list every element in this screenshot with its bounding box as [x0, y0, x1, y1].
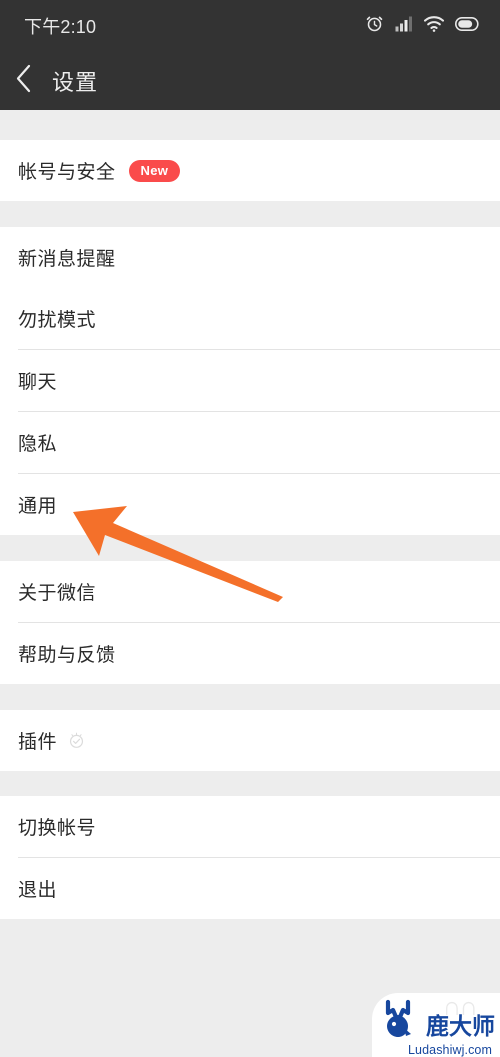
- alarm-icon: [365, 14, 384, 38]
- watermark: ∩∩ 鹿大师 Ludashiwj.com: [372, 993, 500, 1057]
- phone-screen: 下午2:10 设置 帐号与安全 New 新消息提醒 勿扰模式 聊天 隐私 通用 …: [0, 0, 500, 1057]
- wifi-icon: [423, 15, 445, 37]
- row-label: 隐私: [18, 434, 58, 455]
- row-label: 切换帐号: [18, 818, 97, 839]
- nav-bar: 设置: [0, 52, 500, 110]
- plugin-badge-icon: [68, 732, 85, 749]
- row-label: 聊天: [18, 372, 58, 393]
- settings-row-account-security[interactable]: 帐号与安全 New: [0, 140, 500, 201]
- watermark-brand: 鹿大师: [426, 1014, 495, 1040]
- row-label: 帐号与安全: [18, 162, 116, 183]
- row-label: 勿扰模式: [18, 310, 97, 331]
- settings-row-general[interactable]: 通用: [0, 474, 500, 535]
- row-label: 帮助与反馈: [18, 645, 116, 666]
- section-preferences: 新消息提醒 勿扰模式 聊天 隐私 通用: [0, 227, 500, 535]
- signal-icon: [395, 16, 413, 37]
- row-label: 通用: [18, 496, 58, 517]
- section-gap: [0, 535, 500, 561]
- settings-list: 帐号与安全 New 新消息提醒 勿扰模式 聊天 隐私 通用 关于微信 帮助与反馈…: [0, 110, 500, 1057]
- section-account: 帐号与安全 New: [0, 140, 500, 201]
- section-gap: [0, 771, 500, 796]
- settings-row-logout[interactable]: 退出: [0, 858, 500, 919]
- status-badge: New: [128, 159, 181, 182]
- settings-row-switch-account[interactable]: 切换帐号: [0, 796, 500, 857]
- section-gap: [0, 684, 500, 710]
- settings-row-help-feedback[interactable]: 帮助与反馈: [0, 623, 500, 684]
- settings-row-privacy[interactable]: 隐私: [0, 412, 500, 473]
- status-bar: 下午2:10: [0, 0, 500, 52]
- settings-row-plugins[interactable]: 插件: [0, 710, 500, 771]
- status-time: 下午2:10: [24, 17, 97, 37]
- deer-logo-icon: [382, 998, 430, 1049]
- settings-row-chat[interactable]: 聊天: [0, 350, 500, 411]
- row-label: 新消息提醒: [18, 249, 116, 270]
- section-account-actions: 切换帐号 退出: [0, 796, 500, 919]
- settings-row-do-not-disturb[interactable]: 勿扰模式: [0, 288, 500, 349]
- row-label: 关于微信: [18, 583, 97, 604]
- page-title: 设置: [52, 70, 99, 95]
- settings-row-about-wechat[interactable]: 关于微信: [0, 561, 500, 622]
- settings-row-new-message-notify[interactable]: 新消息提醒: [0, 227, 500, 288]
- chevron-left-icon: [15, 64, 32, 98]
- section-plugins: 插件: [0, 710, 500, 771]
- row-label: 插件: [18, 732, 58, 753]
- battery-icon: [455, 16, 480, 36]
- row-label: 退出: [18, 880, 58, 901]
- status-icon-group: [365, 14, 480, 38]
- section-info: 关于微信 帮助与反馈: [0, 561, 500, 684]
- watermark-url: Ludashiwj.com: [408, 1043, 492, 1057]
- back-button[interactable]: [0, 52, 46, 110]
- section-gap: [0, 201, 500, 227]
- section-gap: [0, 110, 500, 140]
